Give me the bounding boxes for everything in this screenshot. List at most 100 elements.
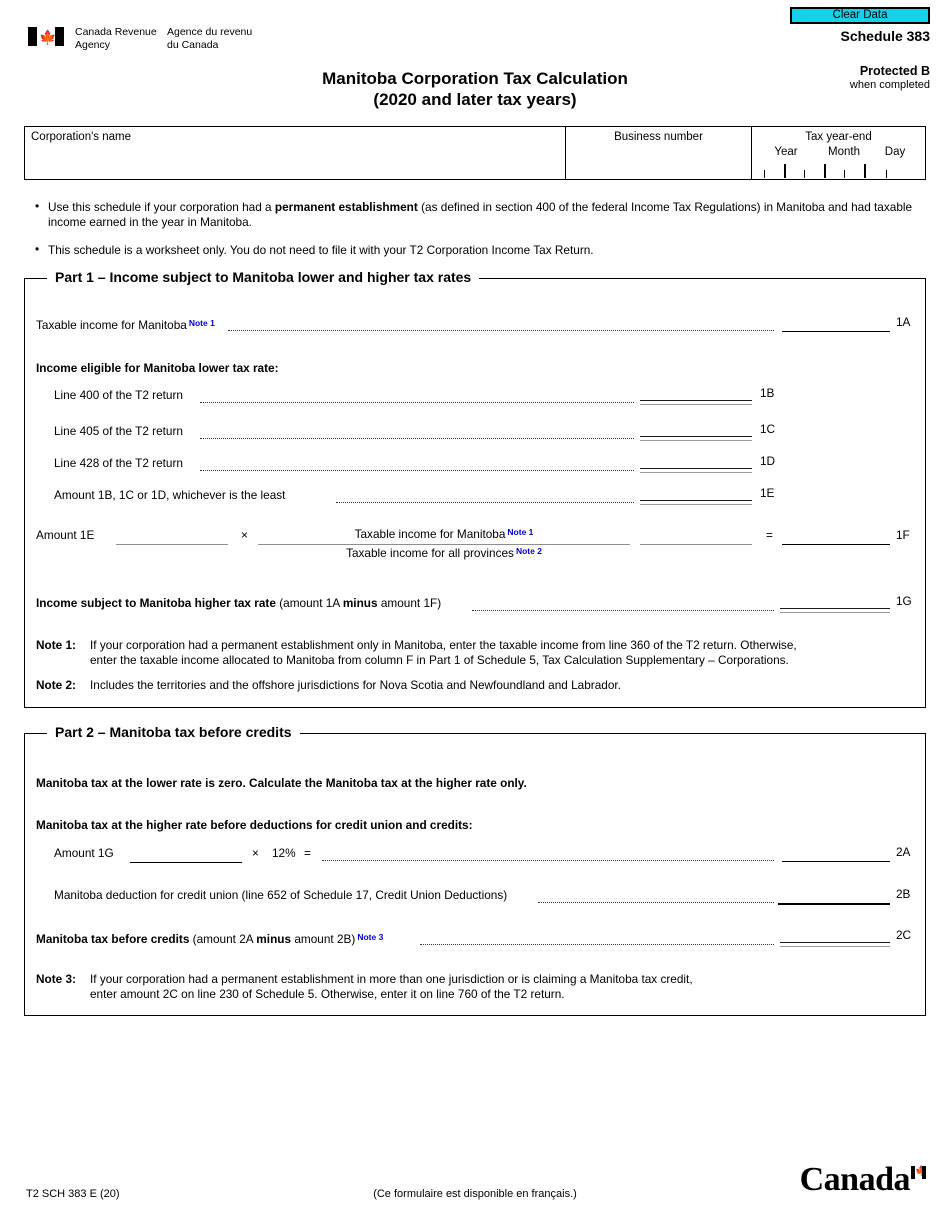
line-1F-denominator: Taxable income for all provinces Note 2 xyxy=(258,546,630,560)
note-1-line-2: enter the taxable income allocated to Ma… xyxy=(90,653,789,667)
line-2C-code: 2C xyxy=(896,928,912,942)
note-1-title: Note 1: xyxy=(36,638,76,652)
line-1F-equals-operator: = xyxy=(766,528,773,542)
tax-year-end-year-label: Year xyxy=(774,146,798,158)
corporation-name-label: Corporation's name xyxy=(31,131,131,143)
line-2B-dot-leader xyxy=(538,902,774,903)
line-1D-code: 1D xyxy=(760,454,776,468)
line-1G-label-group: Income subject to Manitoba higher tax ra… xyxy=(36,596,441,611)
line-2A-multiply-operator: × xyxy=(252,846,259,860)
part-2-statement: Manitoba tax at the lower rate is zero. … xyxy=(36,776,527,790)
date-tick xyxy=(864,164,866,178)
canada-flag-icon: 🍁 xyxy=(28,27,64,46)
line-1C-dot-leader xyxy=(200,438,634,439)
instructions-list: Use this schedule if your corporation ha… xyxy=(34,199,924,271)
instruction-item: Use this schedule if your corporation ha… xyxy=(34,199,924,230)
line-1D-dot-leader xyxy=(200,470,634,471)
part-1-heading: Part 1 – Income subject to Manitoba lowe… xyxy=(47,269,480,285)
line-2B-input[interactable] xyxy=(778,903,890,905)
note-2-reference: Note 2 xyxy=(515,546,542,556)
note-1-line-1: If your corporation had a permanent esta… xyxy=(90,638,797,652)
note-3-reference: Note 3 xyxy=(357,932,384,942)
note-3-line-1: If your corporation had a permanent esta… xyxy=(90,972,693,986)
note-1-reference: Note 1 xyxy=(507,527,534,537)
line-1D-label: Line 428 of the T2 return xyxy=(54,456,183,470)
business-number-cell[interactable]: Business number xyxy=(565,127,751,179)
line-1G-label-minus: minus xyxy=(342,596,378,610)
line-1F-numerator: Taxable income for Manitoba Note 1 xyxy=(258,527,630,541)
line-2C-dot-leader xyxy=(420,944,774,945)
canada-wordmark-text: Canada xyxy=(799,1161,911,1198)
page-title: Manitoba Corporation Tax Calculation (20… xyxy=(0,68,950,110)
note-3-title: Note 3: xyxy=(36,972,76,986)
form-page: Clear Data 🍁 Canada Revenue Agency Agenc… xyxy=(0,0,950,1230)
note-1-reference: Note 1 xyxy=(188,318,215,328)
line-1A-dot-leader xyxy=(228,330,774,331)
date-tick xyxy=(844,170,845,178)
line-1F-amount-input[interactable] xyxy=(116,544,228,545)
line-1G-label-rest-b: amount 1F) xyxy=(377,596,442,610)
tax-year-end-month-label: Month xyxy=(828,146,860,158)
instruction-text-bold: permanent establishment xyxy=(274,200,418,214)
note-2: Note 2: Includes the territories and the… xyxy=(36,678,896,693)
line-1F-ratio-input[interactable] xyxy=(640,544,752,545)
identification-table: Corporation's name Business number Tax y… xyxy=(24,126,926,180)
instruction-text-a: Use this schedule if your corporation ha… xyxy=(48,200,275,214)
note-2-title: Note 2: xyxy=(36,678,76,692)
date-tick xyxy=(824,164,826,178)
line-1C-code: 1C xyxy=(760,422,776,436)
agency-name-fr: Agence du revenu du Canada xyxy=(167,26,253,51)
line-1B-code: 1B xyxy=(760,386,775,400)
cra-logo: 🍁 Canada Revenue Agency Agence du revenu… xyxy=(28,26,277,51)
line-1F-amount-label: Amount 1E xyxy=(36,528,95,542)
line-1F-numerator-text: Taxable income for Manitoba xyxy=(354,527,506,541)
line-1B-dot-leader xyxy=(200,402,634,403)
line-2A-rate: 12% xyxy=(272,846,296,860)
tax-year-end-cell[interactable]: Tax year-end Year Month Day xyxy=(751,127,925,179)
line-1G-label-rest-a: (amount 1A xyxy=(275,596,343,610)
line-1A-code: 1A xyxy=(896,315,911,329)
line-1F-fraction-bar xyxy=(258,544,630,545)
line-2A-amount-label: Amount 1G xyxy=(54,846,114,860)
line-2A-equals-operator: = xyxy=(304,846,311,860)
line-1E-dot-leader xyxy=(336,502,634,503)
line-1F-input[interactable] xyxy=(782,544,890,545)
agency-name-en: Canada Revenue Agency xyxy=(75,26,157,51)
line-1A-input[interactable] xyxy=(782,331,890,332)
line-2A-input[interactable] xyxy=(782,861,890,862)
line-2B-label: Manitoba deduction for credit union (lin… xyxy=(54,888,508,902)
title-line-1: Manitoba Corporation Tax Calculation xyxy=(322,69,628,88)
line-1C-label: Line 405 of the T2 return xyxy=(54,424,183,438)
tax-year-end-day-label: Day xyxy=(884,146,906,158)
part-2-heading: Part 2 – Manitoba tax before credits xyxy=(47,724,300,740)
line-1A-label: Taxable income for Manitoba xyxy=(36,318,187,332)
canada-wordmark: Canada 🍁 xyxy=(799,1161,928,1198)
line-1E-label: Amount 1B, 1C or 1D, whichever is the le… xyxy=(54,488,286,502)
instruction-text-a: This schedule is a worksheet only. You d… xyxy=(48,243,594,257)
date-tick xyxy=(784,164,786,178)
note-2-line-1: Includes the territories and the offshor… xyxy=(90,678,621,692)
line-1F-denominator-text: Taxable income for all provinces xyxy=(346,546,514,560)
line-2C-label-group: Manitoba tax before credits (amount 2A m… xyxy=(36,930,383,947)
part-2-subheading: Manitoba tax at the higher rate before d… xyxy=(36,818,473,832)
schedule-number: Schedule 383 xyxy=(840,28,931,44)
instruction-item: This schedule is a worksheet only. You d… xyxy=(34,242,924,258)
part-1-subheading: Income eligible for Manitoba lower tax r… xyxy=(36,361,279,375)
note-3: Note 3: If your corporation had a perman… xyxy=(36,972,896,1002)
line-2C-label-bold: Manitoba tax before credits xyxy=(36,932,190,946)
line-1G-label-bold: Income subject to Manitoba higher tax ra… xyxy=(36,596,276,610)
canada-flag-icon: 🍁 xyxy=(911,1166,927,1179)
corporation-name-cell[interactable]: Corporation's name xyxy=(25,127,565,179)
line-1G-dot-leader xyxy=(472,610,774,611)
line-1F-multiply-operator: × xyxy=(241,528,248,542)
tax-year-end-label: Tax year-end xyxy=(805,131,872,143)
clear-data-button[interactable]: Clear Data xyxy=(790,7,930,24)
line-1G-code: 1G xyxy=(896,594,912,608)
line-2A-dot-leader xyxy=(322,860,774,861)
note-3-line-2: enter amount 2C on line 230 of Schedule … xyxy=(90,987,565,1001)
line-2A-amount-input[interactable] xyxy=(130,862,242,863)
line-1E-code: 1E xyxy=(760,486,775,500)
line-2A-code: 2A xyxy=(896,845,911,859)
line-2C-label-rest-a: (amount 2A xyxy=(189,932,257,946)
date-tick xyxy=(764,170,765,178)
